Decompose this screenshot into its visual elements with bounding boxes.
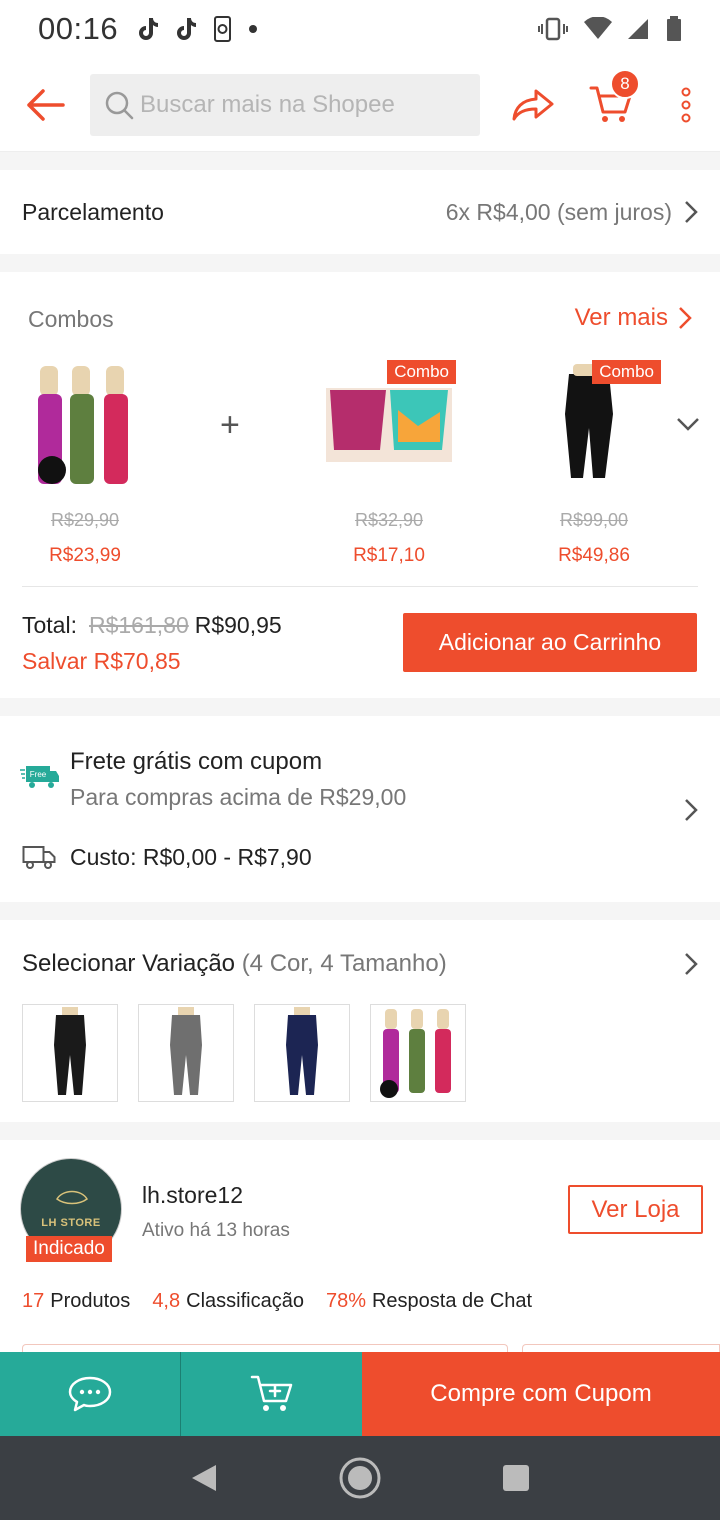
signal-icon (628, 19, 648, 39)
nav-back-icon[interactable] (190, 1463, 218, 1493)
cart-button[interactable]: 8 (576, 68, 646, 125)
total-label: Total: (22, 612, 77, 638)
tiktok-icon (177, 18, 197, 40)
shop-logo-text: LH STORE (41, 1217, 101, 1229)
cart-plus-icon (250, 1375, 292, 1411)
combo-total: Total: R$161,80 R$90,95 (22, 612, 282, 639)
shop-active-status: Ativo há 13 horas (142, 1220, 290, 1241)
combo-item[interactable]: Combo R$99,00 R$49,86 (529, 360, 661, 567)
system-nav-bar (0, 1436, 720, 1520)
status-bar: 00:16 (0, 0, 720, 58)
shop-stats: 17 Produtos 4,8 Classificação 78% Resposta … (22, 1290, 532, 1313)
truck-icon (22, 846, 56, 869)
nav-recents-icon[interactable] (502, 1464, 530, 1492)
variation-thumbnails (22, 1004, 466, 1102)
variation-section[interactable]: Selecionar Variação (4 Cor, 4 Tamanho) (0, 920, 720, 1122)
total-old-price: R$161,80 (88, 612, 189, 638)
nav-home-icon[interactable] (338, 1456, 382, 1500)
cart-count-badge: 8 (610, 68, 640, 99)
combos-section: Combos Ver mais R$29,90 R$23,99 + Combo … (0, 272, 720, 698)
save-label: Salvar (22, 648, 88, 674)
plus-sign: + (220, 406, 240, 444)
notification-icons (136, 16, 258, 42)
see-more-label: Ver mais (574, 304, 668, 331)
shipping-section[interactable]: Free Frete grátis com cupom Para compras… (0, 716, 720, 902)
chevron-down-icon[interactable] (676, 417, 700, 431)
divider (22, 586, 698, 587)
combo-item[interactable]: Combo R$32,90 R$17,10 (324, 360, 456, 567)
combo-tag: Combo (387, 360, 456, 384)
arrow-left-icon (27, 88, 65, 121)
more-options-button[interactable] (654, 87, 718, 123)
more-vertical-icon (681, 87, 691, 122)
combos-title: Combos (28, 306, 114, 332)
stat-chat-response: 78% Resposta de Chat (325, 1290, 533, 1312)
top-header: Buscar mais na Shopee 8 (0, 58, 720, 152)
free-shipping-title: Frete grátis com cupom (70, 748, 323, 775)
share-icon (512, 89, 554, 120)
free-shipping-subtitle: Para compras acima de R$29,00 (70, 784, 407, 810)
search-icon (105, 91, 134, 119)
variation-title: Selecionar Variação (4 Cor, 4 Tamanho) (22, 950, 447, 978)
buy-with-coupon-button[interactable]: Compre com Cupom (362, 1352, 720, 1436)
combo-savings: Salvar R$70,85 (22, 648, 181, 675)
shop-name[interactable]: lh.store12 (142, 1182, 243, 1209)
chevron-right-icon (685, 799, 698, 821)
phone-sync-icon (214, 16, 232, 42)
bottom-action-bar: Compre com Cupom (0, 1352, 720, 1436)
combo-old-price: R$32,90 (354, 510, 424, 530)
free-badge-text: Free (30, 770, 47, 779)
shop-section: LH STORE Indicado lh.store12 Ativo há 13… (0, 1140, 720, 1370)
combo-new-price: R$49,86 (558, 545, 630, 566)
product-page: 00:16 Buscar mais na Shopee 8 Parcelamen… (0, 0, 720, 1520)
installment-value: 6x R$4,00 (sem juros) (445, 198, 672, 225)
preferred-badge: Indicado (26, 1236, 112, 1262)
wifi-icon (584, 17, 612, 39)
variation-thumb-gray[interactable] (138, 1004, 234, 1102)
combo-old-price: R$99,00 (559, 510, 629, 530)
chevron-right-icon (685, 201, 698, 223)
dot-icon (249, 25, 258, 33)
combo-tag: Combo (592, 360, 661, 384)
variation-thumb-black[interactable] (22, 1004, 118, 1102)
combo-item[interactable]: R$29,90 R$23,99 (20, 360, 150, 567)
tiktok-icon (139, 18, 159, 40)
chat-icon (68, 1376, 112, 1412)
system-icons (538, 16, 682, 42)
chat-button[interactable] (0, 1352, 180, 1436)
variation-thumb-navy[interactable] (254, 1004, 350, 1102)
total-new-price: R$90,95 (194, 612, 282, 638)
combo-new-price: R$17,10 (353, 545, 425, 566)
visit-shop-button[interactable]: Ver Loja (568, 1185, 703, 1234)
save-value: R$70,85 (93, 648, 181, 674)
search-input[interactable]: Buscar mais na Shopee (90, 73, 480, 136)
product-image-black-leggings: Combo (529, 360, 661, 490)
stat-rating: 4,8 Classificação (152, 1290, 304, 1312)
shipping-cost: Custo: R$0,00 - R$7,90 (70, 844, 312, 870)
stat-products: 17 Produtos (22, 1290, 131, 1312)
chevron-right-icon (685, 953, 698, 975)
add-combo-to-cart-button[interactable]: Adicionar ao Carrinho (403, 613, 697, 672)
product-image-leggings-trio (20, 360, 150, 490)
add-to-cart-button[interactable] (180, 1352, 362, 1436)
product-image-sports-bras: Combo (324, 360, 456, 490)
installment-row[interactable]: Parcelamento 6x R$4,00 (sem juros) (0, 170, 720, 254)
status-time: 00:16 (38, 11, 119, 46)
installment-label: Parcelamento (22, 198, 164, 225)
combo-new-price: R$23,99 (49, 545, 121, 566)
vibrate-icon (538, 17, 568, 41)
combo-old-price: R$29,90 (50, 510, 120, 530)
variation-thumb-mixed[interactable] (370, 1004, 466, 1102)
see-more-link[interactable]: Ver mais (575, 304, 692, 332)
back-button[interactable] (0, 58, 90, 152)
chevron-right-icon (679, 307, 692, 329)
search-placeholder: Buscar mais na Shopee (140, 90, 395, 118)
variation-label: Selecionar Variação (22, 950, 236, 977)
share-button[interactable] (490, 88, 576, 122)
battery-icon (667, 16, 681, 41)
free-shipping-icon: Free (20, 766, 59, 788)
variation-count: (4 Cor, 4 Tamanho) (241, 950, 447, 977)
